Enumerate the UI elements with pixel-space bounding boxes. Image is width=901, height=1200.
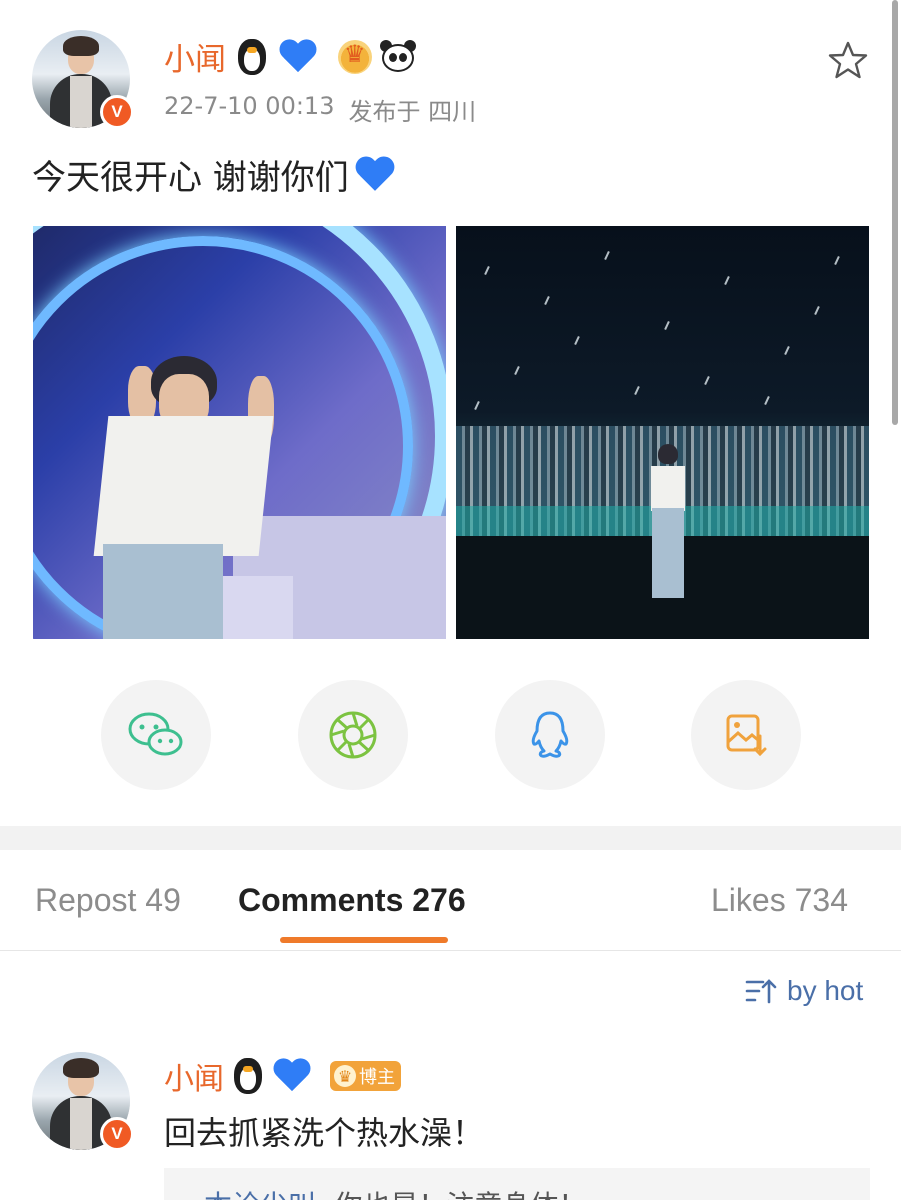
reply-username[interactable]: 本诠尖叫 — [204, 1189, 316, 1200]
crown-icon: ♛ — [334, 1065, 356, 1087]
post-text: 今天很开心 谢谢你们 — [32, 150, 395, 199]
tab-likes[interactable]: Likes 734 — [711, 882, 848, 919]
save-image-icon — [726, 714, 767, 757]
qq-icon — [531, 711, 569, 758]
reply-preview[interactable]: 本诠尖叫: 你也是！注意身体！ — [164, 1168, 870, 1200]
post-time: 22-7-10 00:13 — [164, 92, 335, 120]
penguin-icon — [234, 37, 270, 77]
crown-icon — [338, 39, 372, 74]
verified-badge-icon: V — [100, 95, 134, 129]
sort-icon — [745, 979, 777, 1004]
sort-button[interactable]: by hot — [745, 975, 863, 1007]
wechat-icon — [128, 712, 183, 756]
share-qq-button[interactable] — [495, 680, 605, 790]
comment-author-name[interactable]: 小闻 — [164, 1054, 224, 1098]
active-tab-indicator — [280, 937, 448, 943]
reply-colon: : — [316, 1189, 334, 1200]
scrollbar[interactable] — [892, 0, 898, 425]
post-location: 发布于 四川 — [348, 98, 477, 126]
comment-author-row: 小闻 ♛ 博主 — [164, 1054, 401, 1098]
moments-icon — [329, 711, 377, 759]
post-header: V 小闻 22-7-10 00:13 发布于 四川 — [32, 30, 872, 130]
verified-badge-icon: V — [100, 1117, 134, 1151]
comment-text: 回去抓紧洗个热水澡！ — [164, 1114, 485, 1152]
reply-text: 你也是！注意身体！ — [334, 1189, 586, 1200]
tab-repost[interactable]: Repost 49 — [35, 882, 181, 919]
post-photo-1[interactable] — [33, 226, 446, 639]
share-moments-button[interactable] — [298, 680, 408, 790]
post-text-content: 今天很开心 谢谢你们 — [32, 158, 349, 198]
tabs-divider — [0, 950, 901, 951]
section-divider — [0, 826, 901, 850]
blue-heart-icon — [278, 38, 318, 76]
share-wechat-button[interactable] — [101, 680, 211, 790]
author-name-row: 小闻 — [164, 34, 416, 79]
blue-heart-icon — [272, 1057, 312, 1095]
post-meta: 22-7-10 00:13 发布于 四川 — [164, 92, 476, 127]
blogger-badge-label: 博主 — [359, 1067, 395, 1088]
sort-label: by hot — [787, 975, 864, 1006]
star-icon[interactable] — [828, 40, 868, 80]
author-name[interactable]: 小闻 — [164, 34, 226, 79]
tab-comments[interactable]: Comments 276 — [238, 882, 466, 919]
panda-icon — [380, 39, 416, 74]
share-save-image-button[interactable] — [691, 680, 801, 790]
blogger-badge: ♛ 博主 — [330, 1061, 401, 1091]
blue-heart-icon — [354, 155, 396, 195]
penguin-icon — [230, 1056, 266, 1096]
post-photo-2[interactable] — [456, 226, 869, 639]
reply-line: 本诠尖叫: 你也是！注意身体！ — [204, 1184, 586, 1200]
